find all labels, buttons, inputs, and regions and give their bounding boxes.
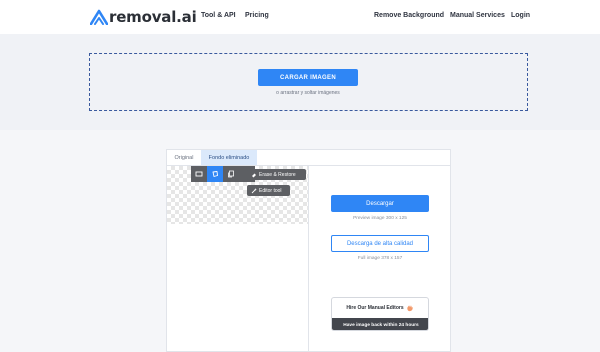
panel-divider: [308, 166, 309, 352]
download-button[interactable]: Descargar: [331, 195, 429, 212]
preview-size-text: Preview image 300 x 125: [353, 216, 407, 221]
logo-icon: [90, 9, 108, 25]
hire-editors-title-row: Hire Our Manual Editors: [332, 298, 428, 318]
copy-icon: [228, 170, 234, 178]
copy-tool-button[interactable]: [223, 166, 239, 182]
nav-tool-api[interactable]: Tool & API: [201, 12, 236, 19]
lasso-icon: [212, 171, 218, 177]
tab-original[interactable]: Original: [167, 150, 201, 165]
nav-pricing[interactable]: Pricing: [245, 12, 269, 19]
logo[interactable]: removal.ai: [90, 8, 197, 26]
full-size-text: Full image 378 x 157: [357, 256, 403, 261]
drop-hint: o arrastrar y soltar imágenes: [276, 90, 340, 96]
nav-manual-services[interactable]: Manual Services: [450, 12, 505, 19]
top-header: removal.ai Tool & API Pricing Remove Bac…: [0, 0, 600, 34]
tab-background-removed[interactable]: Fondo eliminado: [201, 150, 257, 165]
wand-icon: [251, 188, 257, 193]
upload-image-button[interactable]: CARGAR IMAGEN: [258, 69, 358, 86]
lasso-tool-button[interactable]: [207, 166, 223, 182]
hire-editors-subtitle: Have image back within 24 hours: [332, 318, 428, 330]
erase-restore-button[interactable]: Erase & Restore: [247, 169, 306, 180]
high-quality-download-button[interactable]: Descarga de alta calidad: [331, 235, 429, 252]
hire-editors-card[interactable]: Hire Our Manual Editors Have image back …: [331, 297, 429, 331]
nav-login[interactable]: Login: [511, 12, 530, 19]
crop-tool-button[interactable]: [191, 166, 207, 182]
edit-toolbar: [191, 166, 255, 182]
hire-editors-title: Hire Our Manual Editors: [346, 305, 404, 311]
crop-icon: [195, 171, 203, 177]
nav-remove-background[interactable]: Remove Background: [374, 12, 444, 19]
result-panel: Original Fondo eliminado Erase & Restore…: [166, 149, 451, 352]
editor-tool-button[interactable]: Editor tool: [247, 185, 290, 196]
result-tabs: Original Fondo eliminado: [167, 150, 450, 166]
erase-restore-label: Erase & Restore: [259, 171, 296, 178]
editor-tool-label: Editor tool: [259, 187, 282, 194]
logo-text: removal.ai: [109, 8, 197, 26]
eraser-icon: [252, 173, 256, 177]
waving-hand-icon: [406, 305, 413, 312]
